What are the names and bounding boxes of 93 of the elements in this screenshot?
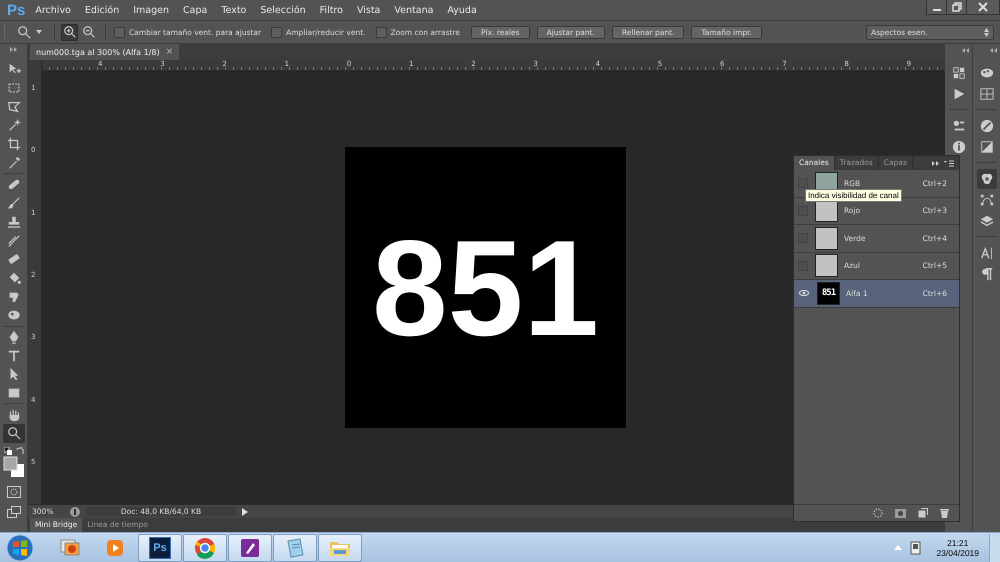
caret-icon [36, 30, 42, 34]
taskbar-button[interactable] [183, 534, 227, 562]
grid-icon [980, 87, 994, 101]
ps-app-icon: Ps [149, 536, 171, 558]
channels-panel-button[interactable] [976, 169, 996, 189]
close-tab-button[interactable]: × [166, 47, 174, 57]
palette-icon [980, 66, 994, 80]
close-icon [978, 2, 988, 12]
marquee-icon [6, 81, 20, 96]
color-swatches-icon[interactable] [2, 456, 24, 478]
taskbar-button[interactable]: Ps [138, 534, 182, 562]
minimize-button[interactable] [927, 0, 947, 14]
hand-icon [6, 408, 20, 422]
history-icon [952, 66, 966, 80]
brush-preset-icon [952, 119, 966, 133]
menu-item[interactable]: Archivo [35, 4, 71, 16]
collapse-icon[interactable] [962, 48, 969, 53]
paragraph-icon [980, 267, 994, 281]
clock-time[interactable]: 21:21 [947, 538, 968, 548]
eye-icon [799, 290, 809, 296]
default-colors-icon[interactable] [4, 446, 12, 455]
brush-icon [6, 196, 20, 210]
image-text: 851 [371, 220, 600, 356]
stamp-icon [6, 214, 20, 229]
visibility-toggle[interactable] [798, 178, 808, 188]
updown-icon [984, 28, 989, 36]
trash-icon[interactable] [940, 508, 949, 518]
restore-icon [952, 2, 962, 12]
thumbnail-text: 851 [822, 288, 836, 298]
close-button[interactable] [967, 0, 999, 14]
menu-item[interactable]: Imagen [133, 4, 170, 16]
checkbox[interactable] [376, 26, 387, 38]
checkbox[interactable] [114, 26, 125, 38]
panel-menu-icon[interactable] [944, 160, 954, 166]
tooltip: Indica visibilidad de canal [805, 189, 902, 202]
channels-icon [980, 172, 994, 186]
restore-button[interactable] [947, 0, 967, 14]
zoom-in-icon [62, 25, 76, 39]
tool-button[interactable] [2, 424, 24, 443]
new-channel-icon[interactable] [918, 508, 928, 518]
network-icon[interactable] [910, 540, 922, 554]
taskbar-button[interactable] [228, 534, 272, 562]
finger-icon [6, 290, 20, 304]
eyedropper-icon [6, 156, 20, 170]
start-button[interactable] [6, 534, 34, 562]
collapse-icon[interactable] [932, 160, 939, 166]
type-tool-icon [6, 348, 20, 363]
minimize-icon [932, 9, 940, 11]
mask-icon[interactable] [895, 508, 906, 518]
tool-preset-picker[interactable] [17, 25, 42, 39]
document-tab[interactable]: num000.tga al 300% (Alfa 1/8) × [30, 44, 180, 60]
expand-icon[interactable] [10, 47, 18, 52]
layers-icon [980, 214, 994, 228]
character-icon [980, 246, 994, 260]
menu-item[interactable]: Filtro [320, 4, 343, 16]
lasso-icon [6, 100, 20, 114]
zoom-in-button[interactable] [61, 24, 78, 40]
rectangle-icon [6, 386, 20, 400]
menu-item[interactable]: Ventana [394, 4, 434, 16]
crop-icon [6, 137, 20, 152]
zoom-out-button[interactable] [80, 24, 97, 40]
clock-date[interactable]: 23/04/2019 [936, 548, 979, 558]
menu-item[interactable]: Selección [260, 4, 306, 16]
menu-item[interactable]: Ayuda [447, 4, 477, 16]
history-brush-icon [6, 234, 20, 248]
info-icon[interactable] [70, 506, 80, 516]
menu-item[interactable]: Vista [356, 4, 380, 16]
checkbox[interactable] [271, 26, 282, 38]
magic-wand-icon [6, 118, 20, 132]
menu-item[interactable]: Edición [84, 4, 120, 16]
compass-icon [980, 119, 994, 133]
info-icon [952, 140, 966, 154]
visibility-toggle[interactable] [798, 288, 810, 298]
menu-item[interactable]: Texto [221, 4, 246, 16]
selection-icon[interactable] [873, 508, 883, 518]
browser-icon [193, 536, 217, 560]
zoom-icon [6, 426, 20, 440]
taskbar-button[interactable] [318, 534, 362, 562]
screen-mode-icon[interactable] [6, 506, 20, 518]
grip-handle[interactable] [4, 24, 7, 40]
app-logo: Ps [7, 2, 26, 18]
zoom-icon [17, 25, 31, 39]
sponge-icon [6, 308, 20, 322]
path-nodes-icon [980, 193, 994, 207]
play-icon[interactable] [242, 508, 248, 516]
taskbar-button[interactable] [273, 534, 317, 562]
zoom-out-icon [82, 25, 96, 39]
adjustment-icon [980, 140, 994, 154]
play-icon [952, 87, 966, 101]
menu-item[interactable]: Capa [183, 4, 208, 16]
quick-mask-icon[interactable] [6, 486, 20, 498]
swap-icon[interactable] [16, 446, 24, 455]
collapse-icon[interactable] [990, 48, 997, 53]
